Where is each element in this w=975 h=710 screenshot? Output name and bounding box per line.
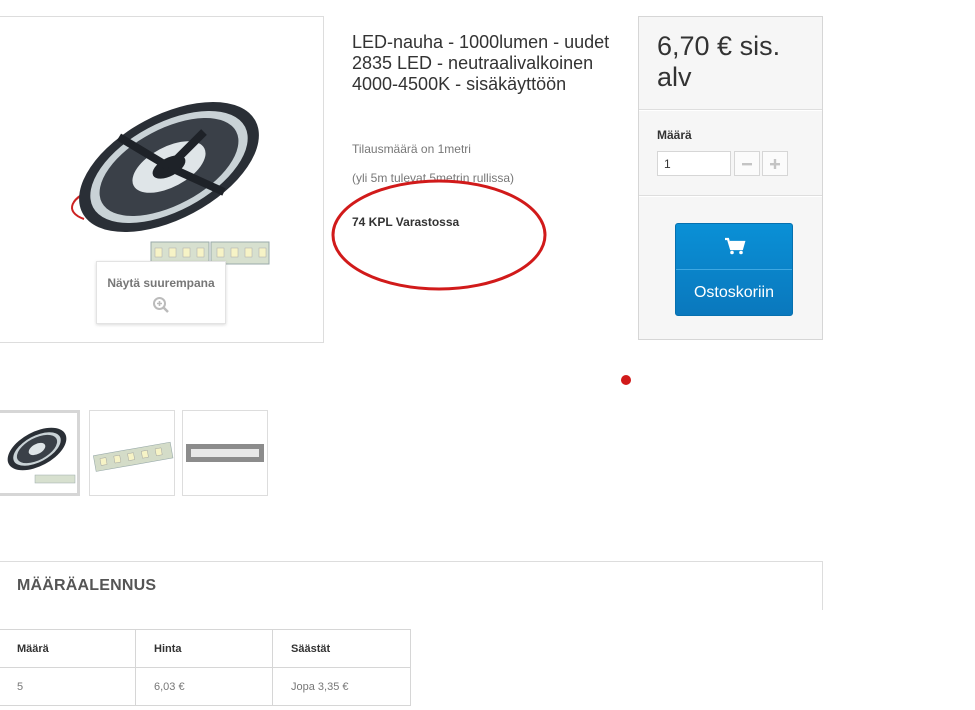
led-strip-thumbnail bbox=[93, 441, 174, 472]
minus-icon bbox=[742, 162, 752, 165]
price: 6,70 € sis. alv bbox=[657, 31, 781, 92]
cell-savings: Jopa 3,35 € bbox=[272, 667, 411, 706]
cell-price: 6,03 € bbox=[135, 667, 273, 706]
quantity-discount-title: MÄÄRÄALENNUS bbox=[17, 577, 157, 594]
red-circle-annotation bbox=[331, 179, 547, 291]
quantity-discount-section: MÄÄRÄALENNUS bbox=[0, 561, 823, 610]
shopping-cart-icon bbox=[725, 237, 746, 255]
cart-button-divider bbox=[676, 269, 792, 270]
led-reel-thumbnail bbox=[7, 427, 76, 484]
plus-icon bbox=[770, 158, 780, 169]
led-strip-lit-thumbnail bbox=[186, 444, 264, 462]
quantity-increase-button[interactable] bbox=[762, 151, 788, 176]
add-to-cart-label: Ostoskoriin bbox=[693, 284, 775, 301]
led-strip-reel-image bbox=[71, 102, 270, 265]
red-dot-marker bbox=[621, 375, 631, 385]
divider bbox=[639, 109, 822, 110]
product-page: Näytä suurempana LED-nauha - 1000lumen -… bbox=[0, 0, 975, 710]
buy-box: 6,70 € sis. alv Määrä Ostoskoriin bbox=[638, 16, 823, 340]
main-product-image[interactable]: Näytä suurempana bbox=[0, 16, 324, 343]
quantity-label: Määrä bbox=[657, 128, 692, 142]
add-to-cart-button[interactable]: Ostoskoriin bbox=[675, 223, 793, 316]
quantity-discount-table: Määrä Hinta Säästät 5 6,03 € Jopa 3,35 € bbox=[0, 629, 411, 706]
divider bbox=[639, 195, 822, 196]
table-header-row: Määrä Hinta Säästät bbox=[0, 629, 411, 668]
column-header-quantity: Määrä bbox=[0, 629, 136, 668]
column-header-savings: Säästät bbox=[272, 629, 411, 668]
product-title: LED-nauha - 1000lumen - uudet 2835 LED -… bbox=[352, 32, 610, 94]
order-note: Tilausmäärä on 1metri bbox=[352, 142, 471, 156]
cell-quantity: 5 bbox=[0, 667, 136, 706]
zoom-label: Näytä suurempana bbox=[107, 276, 215, 290]
table-row: 5 6,03 € Jopa 3,35 € bbox=[0, 667, 411, 706]
quantity-input[interactable] bbox=[657, 151, 731, 176]
thumbnail-strip-lit[interactable] bbox=[182, 410, 268, 496]
thumbnail-strip[interactable] bbox=[89, 410, 175, 496]
quantity-decrease-button[interactable] bbox=[734, 151, 760, 176]
column-header-price: Hinta bbox=[135, 629, 273, 668]
thumbnail-reel[interactable] bbox=[0, 410, 80, 496]
zoom-in-icon bbox=[153, 297, 169, 313]
zoom-button[interactable]: Näytä suurempana bbox=[96, 261, 226, 324]
